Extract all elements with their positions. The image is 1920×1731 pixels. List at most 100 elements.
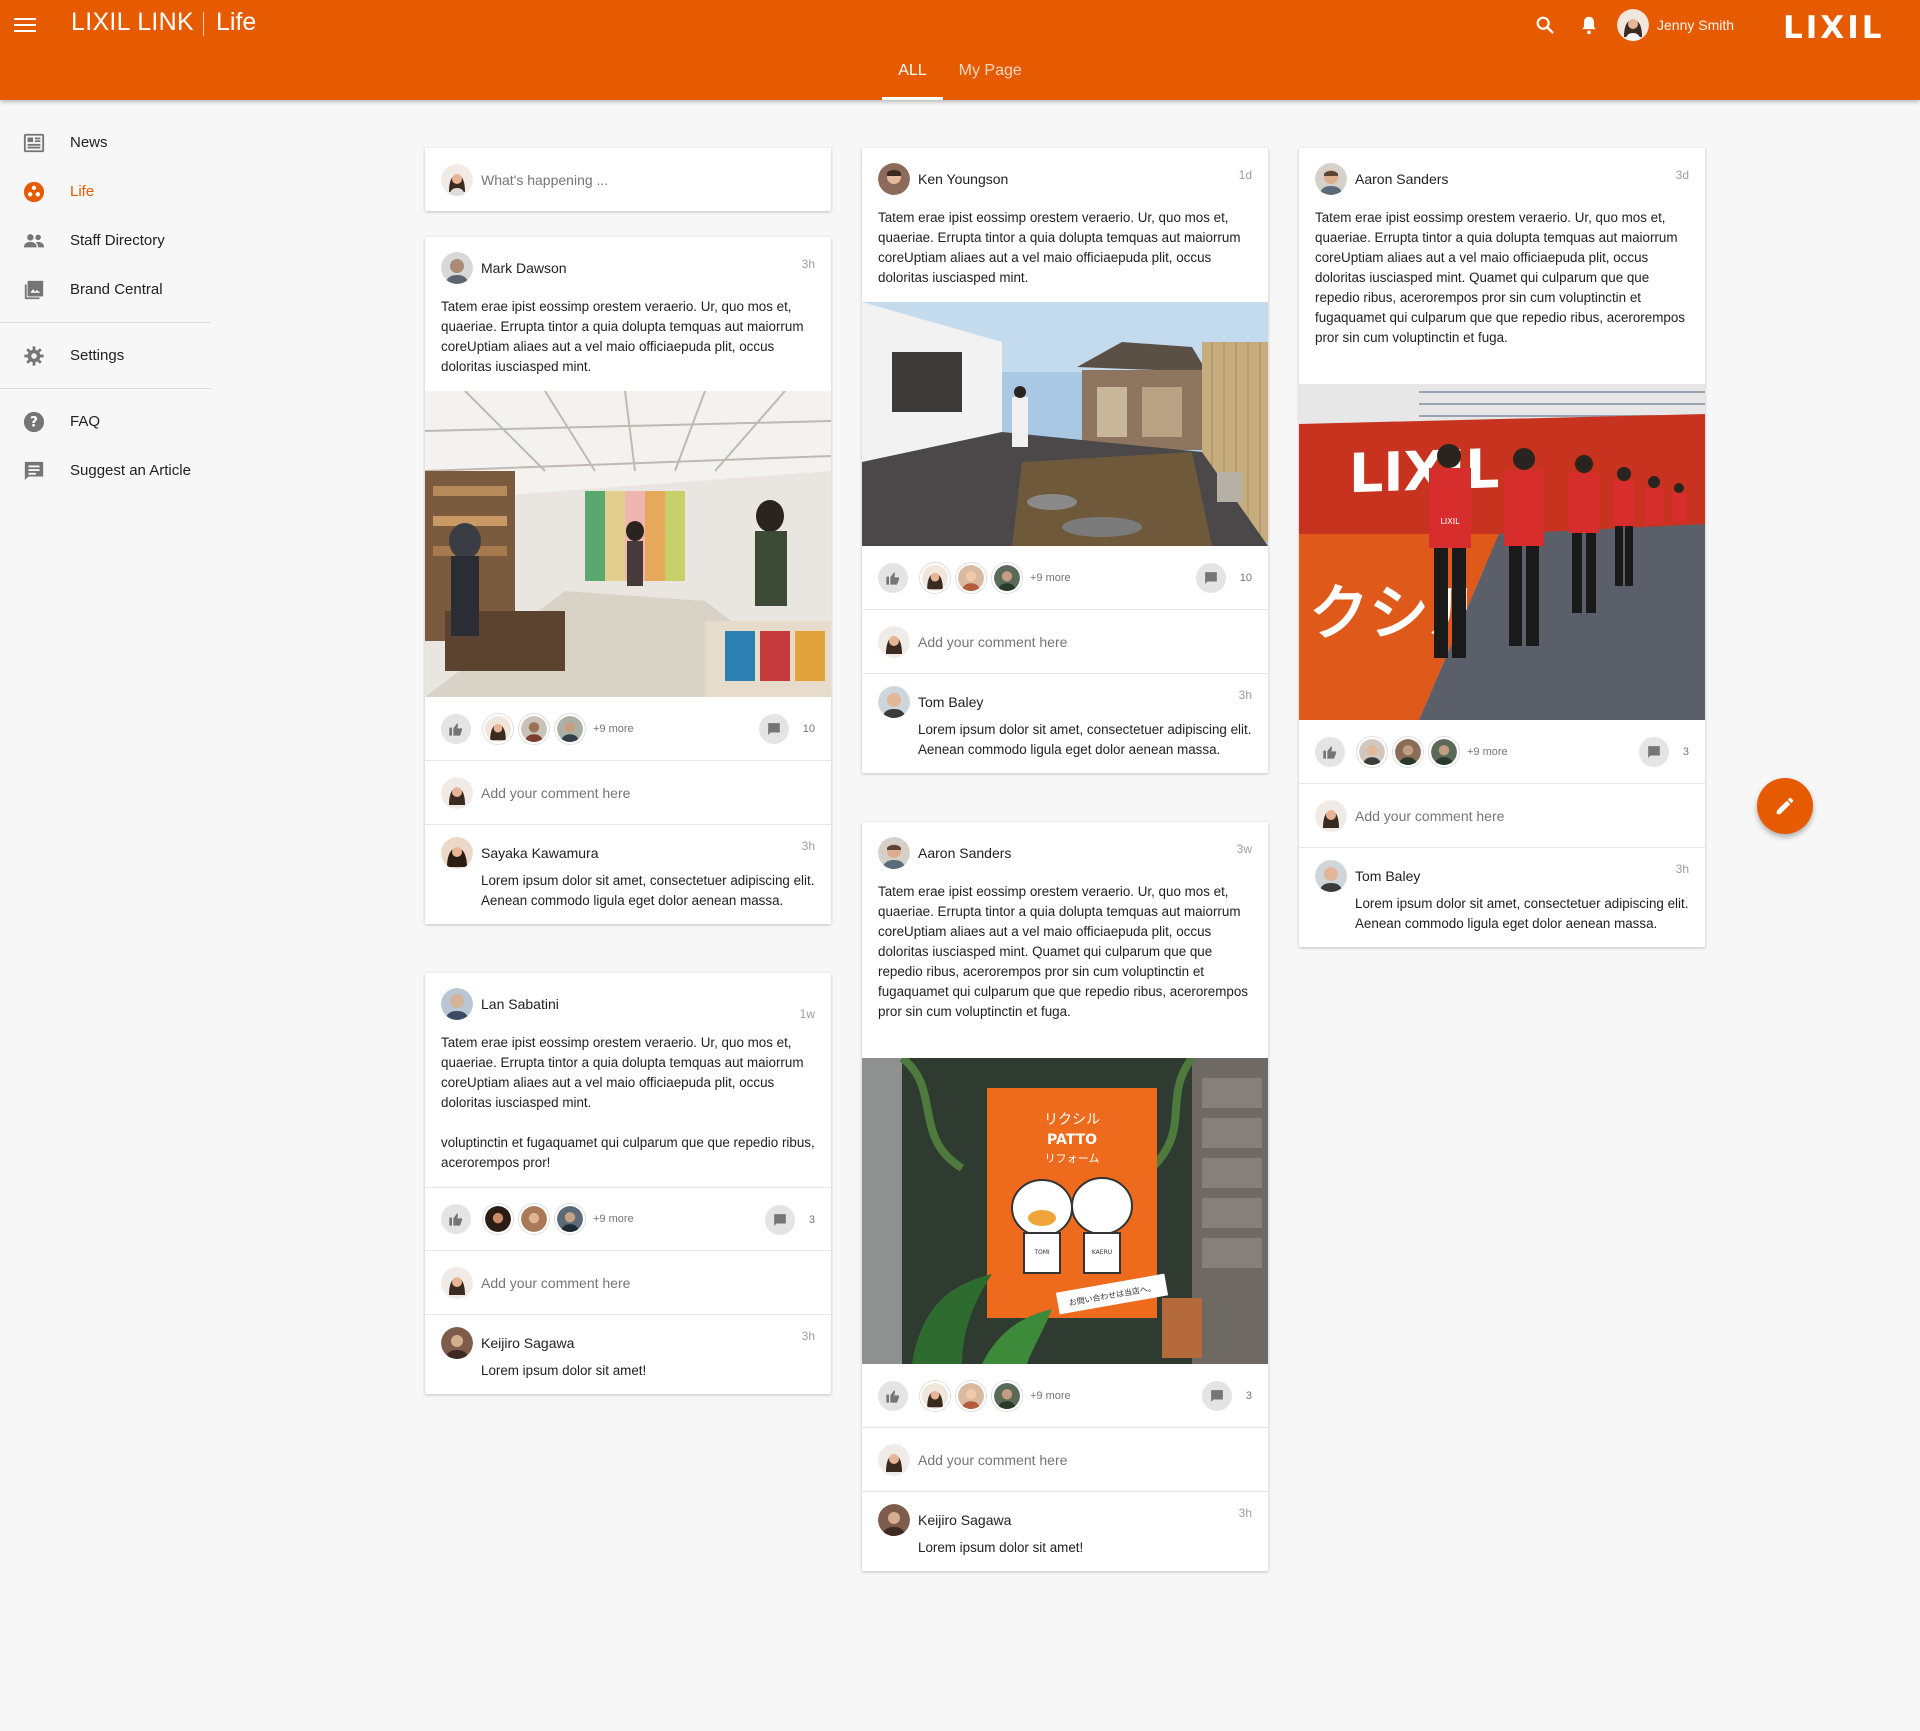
post-author[interactable]: Mark Dawson <box>481 260 567 276</box>
comment-author[interactable]: Tom Baley <box>1355 868 1420 884</box>
liker-avatar[interactable] <box>956 562 986 593</box>
author-avatar[interactable] <box>441 988 473 1020</box>
post-author[interactable]: Ken Youngson <box>918 171 1008 187</box>
more-likers[interactable]: +9 more <box>1030 1390 1071 1402</box>
post-author[interactable]: Lan Sabatini <box>481 996 559 1012</box>
notification-bell-icon[interactable] <box>1578 14 1600 36</box>
comment-input[interactable] <box>1355 807 1675 824</box>
more-likers[interactable]: +9 more <box>1030 572 1071 584</box>
like-thumb-icon[interactable] <box>878 562 908 593</box>
shirt-logo-text: LIXIL <box>1440 517 1460 526</box>
post-image-stadium-parade[interactable]: LIXIL クシル LIXIL <box>1299 384 1705 720</box>
liker-avatar[interactable] <box>992 1380 1022 1411</box>
liker-avatar[interactable] <box>519 713 549 744</box>
liker-avatar[interactable] <box>555 713 585 744</box>
post-time: 1w <box>799 1007 815 1021</box>
sidebar-item-staff-directory[interactable]: Staff Directory <box>0 216 211 265</box>
comment-icon[interactable] <box>1201 1381 1232 1411</box>
commenter-avatar[interactable] <box>441 837 473 869</box>
author-avatar[interactable] <box>878 837 910 869</box>
liker-avatar[interactable] <box>1429 736 1459 767</box>
liker-avatar[interactable] <box>483 713 513 744</box>
commenter-avatar[interactable] <box>441 1327 473 1359</box>
comment-icon[interactable] <box>764 1205 795 1235</box>
commenter-avatar[interactable] <box>1315 860 1347 892</box>
search-icon[interactable] <box>1534 14 1556 36</box>
sidebar-item-news[interactable]: News <box>0 118 211 167</box>
comment-author[interactable]: Sayaka Kawamura <box>481 845 599 861</box>
add-comment-row[interactable] <box>425 761 831 825</box>
app-title[interactable]: LIXIL LINK <box>71 8 194 37</box>
liker-avatar[interactable] <box>519 1204 549 1234</box>
post-time: 3d <box>1675 168 1689 182</box>
comment-icon[interactable] <box>1195 563 1226 593</box>
hamburger-menu-icon[interactable] <box>14 14 36 36</box>
post-author[interactable]: Aaron Sanders <box>918 845 1011 861</box>
more-likers[interactable]: +9 more <box>593 723 634 735</box>
liker-avatar[interactable] <box>1357 736 1387 767</box>
comment-count[interactable]: 10 <box>1195 563 1252 593</box>
sidebar-item-settings[interactable]: Settings <box>0 331 211 380</box>
comment-author[interactable]: Keijiro Sagawa <box>481 1335 574 1351</box>
post-time: 1d <box>1238 168 1252 182</box>
commenter-avatar[interactable] <box>878 686 910 718</box>
add-comment-row[interactable] <box>862 610 1268 674</box>
sidebar-item-life[interactable]: Life <box>0 167 211 216</box>
liker-avatar[interactable] <box>920 1380 950 1411</box>
comment-input[interactable] <box>481 784 801 801</box>
comment-author[interactable]: Tom Baley <box>918 694 983 710</box>
comment-icon[interactable] <box>758 714 789 744</box>
post-time: 3w <box>1236 842 1252 856</box>
user-menu[interactable]: Jenny Smith <box>1617 9 1734 41</box>
comment-count[interactable]: 3 <box>764 1205 815 1235</box>
composer-input[interactable] <box>481 171 801 188</box>
add-comment-row[interactable] <box>425 1251 831 1315</box>
sidebar-item-suggest-article[interactable]: Suggest an Article <box>0 446 211 495</box>
more-likers[interactable]: +9 more <box>1467 746 1508 758</box>
sidebar-item-label: FAQ <box>70 413 101 430</box>
comment-icon[interactable] <box>1638 737 1669 767</box>
like-thumb-icon[interactable] <box>878 1380 908 1411</box>
poster-text-2: PATTO <box>1047 1132 1097 1148</box>
sidebar-item-label: News <box>70 134 108 151</box>
post-composer[interactable] <box>425 148 831 211</box>
comment-input[interactable] <box>918 1451 1238 1468</box>
comment-time: 3h <box>801 1329 815 1343</box>
post-text: Tatem erae ipist eossimp orestem veraeri… <box>878 210 1241 285</box>
comment-author[interactable]: Keijiro Sagawa <box>918 1512 1011 1528</box>
liker-avatar[interactable] <box>555 1204 585 1234</box>
author-avatar[interactable] <box>1315 163 1347 195</box>
liker-avatar[interactable] <box>1393 736 1423 767</box>
sidebar-item-brand-central[interactable]: Brand Central <box>0 265 211 314</box>
comment-count[interactable]: 3 <box>1638 737 1689 767</box>
comment-input[interactable] <box>918 633 1238 650</box>
comment-text: Lorem ipsum dolor sit amet, consectetuer… <box>918 722 1252 757</box>
section-title: Life <box>216 8 257 36</box>
post-image-store-interior[interactable] <box>425 391 831 697</box>
reaction-bar: +9 more 10 <box>862 546 1268 610</box>
like-thumb-icon[interactable] <box>441 713 471 744</box>
commenter-avatar[interactable] <box>878 1504 910 1536</box>
liker-avatar[interactable] <box>956 1380 986 1411</box>
add-comment-row[interactable] <box>862 1428 1268 1492</box>
gear-icon <box>24 345 44 366</box>
more-likers[interactable]: +9 more <box>593 1213 634 1225</box>
comment-input[interactable] <box>481 1274 801 1291</box>
tab-all[interactable]: ALL <box>882 56 944 100</box>
author-avatar[interactable] <box>441 252 473 284</box>
liker-avatar[interactable] <box>483 1204 513 1234</box>
liker-avatar[interactable] <box>992 562 1022 593</box>
like-thumb-icon[interactable] <box>1315 736 1345 767</box>
compose-fab-button[interactable] <box>1757 778 1813 834</box>
comment-count[interactable]: 10 <box>758 714 815 744</box>
post-image-japanese-courtyard[interactable] <box>862 302 1268 546</box>
post-image-store-window-poster[interactable]: リクシル PATTO リフォーム TOMI KAERU お問い合わせは当店へ。 <box>862 1058 1268 1364</box>
post-author[interactable]: Aaron Sanders <box>1355 171 1448 187</box>
tab-my-page[interactable]: My Page <box>943 56 1038 100</box>
like-thumb-icon[interactable] <box>441 1204 471 1234</box>
sidebar-item-faq[interactable]: ? FAQ <box>0 397 211 446</box>
author-avatar[interactable] <box>878 163 910 195</box>
comment-count[interactable]: 3 <box>1201 1381 1252 1411</box>
add-comment-row[interactable] <box>1299 784 1705 848</box>
liker-avatar[interactable] <box>920 562 950 593</box>
